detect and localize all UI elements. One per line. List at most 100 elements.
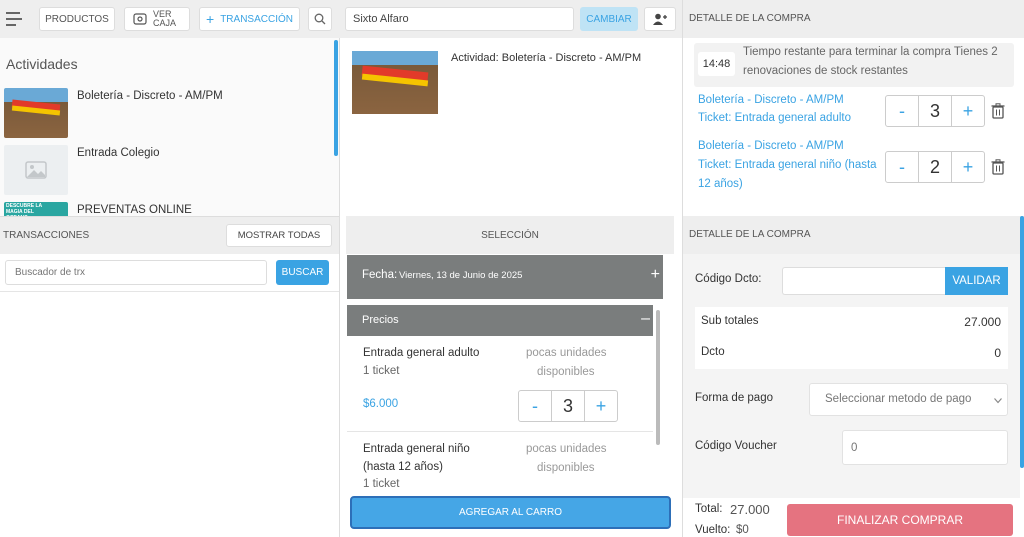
price-list-scrollbar[interactable] bbox=[656, 310, 660, 445]
activity-thumbnail: DESCUBRE LA MAGIA DEL OCEANO bbox=[4, 202, 68, 216]
totals-box: Sub totales 27.000 Dcto 0 bbox=[695, 307, 1008, 369]
precios-label: Precios bbox=[362, 314, 399, 326]
subtotales-label: Sub totales bbox=[701, 315, 759, 327]
decrement-button[interactable]: - bbox=[886, 96, 918, 126]
precios-accordion[interactable]: Precios – bbox=[347, 305, 653, 336]
productos-button[interactable]: PRODUCTOS bbox=[39, 7, 115, 31]
seleccion-title: SELECCIÓN bbox=[481, 229, 539, 241]
forma-pago-placeholder: Seleccionar metodo de pago bbox=[825, 393, 972, 405]
add-user-icon bbox=[653, 13, 667, 25]
increment-button[interactable]: + bbox=[585, 391, 617, 421]
activity-item[interactable]: Boletería - Discreto - AM/PM bbox=[4, 88, 324, 140]
availability-line1: pocas unidades bbox=[526, 347, 607, 359]
productos-label: PRODUCTOS bbox=[45, 13, 109, 25]
decrement-button[interactable]: - bbox=[886, 152, 918, 182]
actividades-panel: Actividades Boletería - Discreto - AM/PM… bbox=[0, 38, 340, 216]
price-name: Entrada general niño bbox=[363, 443, 470, 455]
cambiar-button[interactable]: CAMBIAR bbox=[580, 7, 638, 31]
seleccion-header: SELECCIÓN bbox=[346, 216, 674, 254]
actividades-title: Actividades bbox=[6, 56, 78, 72]
expand-plus-icon[interactable]: + bbox=[651, 266, 660, 284]
detalle-form: Código Dcto: VALIDAR Sub totales 27.000 … bbox=[683, 254, 1020, 498]
ver-caja-line2: CAJA bbox=[153, 18, 177, 28]
price-row: Entrada general niño (hasta 12 años) 1 t… bbox=[347, 432, 653, 490]
timer-box: 14:48 Tiempo restante para terminar la c… bbox=[694, 43, 1014, 87]
buscar-button[interactable]: BUSCAR bbox=[276, 260, 329, 285]
fecha-accordion[interactable]: Fecha: Viernes, 13 de Junio de 2025 + bbox=[347, 255, 663, 299]
increment-button[interactable]: + bbox=[952, 96, 984, 126]
subtotales-value: 27.000 bbox=[964, 315, 1001, 329]
timer-text-line1: Tiempo restante para terminar la compra … bbox=[743, 46, 998, 58]
price-row: Entrada general adulto 1 ticket pocas un… bbox=[347, 336, 653, 432]
search-button[interactable] bbox=[308, 7, 332, 31]
trash-icon[interactable] bbox=[991, 159, 1005, 175]
finalizar-button[interactable]: FINALIZAR COMPRAR bbox=[787, 504, 1013, 536]
cart-item: Boletería - Discreto - AM/PM Ticket: Ent… bbox=[692, 137, 1014, 197]
agregar-label: AGREGAR AL CARRO bbox=[459, 507, 562, 518]
client-input[interactable] bbox=[345, 7, 574, 31]
add-user-button[interactable] bbox=[644, 7, 676, 31]
price-qty-label: 1 ticket bbox=[363, 478, 400, 490]
quantity-stepper[interactable]: - 3 + bbox=[885, 95, 985, 127]
ver-caja-button[interactable]: VER CAJA bbox=[124, 7, 190, 31]
image-placeholder-icon bbox=[4, 145, 68, 195]
detalle-bottom-title: DETALLE DE LA COMPRA bbox=[689, 229, 811, 240]
availability-line2: disponibles bbox=[537, 462, 595, 474]
mostrar-todas-button[interactable]: MOSTRAR TODAS bbox=[226, 224, 332, 247]
transaccion-button[interactable]: + TRANSACCIÓN bbox=[199, 7, 300, 31]
actividad-title: Actividad: Boletería - Discreto - AM/PM bbox=[451, 52, 642, 64]
trash-icon[interactable] bbox=[991, 103, 1005, 119]
finalizar-label: FINALIZAR COMPRAR bbox=[836, 513, 963, 527]
price-name: Entrada general adulto bbox=[363, 347, 480, 359]
collapse-minus-icon[interactable]: – bbox=[641, 310, 650, 328]
quantity-value: 2 bbox=[918, 152, 952, 182]
actividad-header: Actividad: Boletería - Discreto - AM/PM bbox=[340, 38, 683, 216]
timer-value: 14:48 bbox=[698, 52, 735, 76]
cart-item-ticket: Ticket: Entrada general adulto bbox=[698, 112, 851, 124]
cart-item-ticket: Ticket: Entrada general niño (hasta bbox=[698, 159, 877, 171]
activity-item[interactable]: Entrada Colegio bbox=[4, 145, 324, 197]
dcto-value: 0 bbox=[994, 346, 1001, 360]
cambiar-label: CAMBIAR bbox=[586, 13, 632, 25]
validar-label: VALIDAR bbox=[952, 275, 1001, 287]
total-value: 27.000 bbox=[730, 502, 770, 517]
activity-thumbnail bbox=[4, 88, 68, 138]
validar-button[interactable]: VALIDAR bbox=[945, 267, 1008, 295]
activity-label: Entrada Colegio bbox=[77, 147, 160, 159]
transacciones-title: TRANSACCIONES bbox=[3, 230, 90, 241]
cart-item-activity: Boletería - Discreto - AM/PM bbox=[698, 94, 844, 106]
cart-item-activity: Boletería - Discreto - AM/PM bbox=[698, 140, 844, 152]
agregar-al-carro-button[interactable]: AGREGAR AL CARRO bbox=[350, 496, 671, 529]
actividades-scrollbar[interactable] bbox=[334, 40, 338, 156]
price-list: Entrada general adulto 1 ticket pocas un… bbox=[347, 336, 653, 490]
quantity-stepper[interactable]: - 3 + bbox=[518, 390, 618, 422]
decrement-button[interactable]: - bbox=[519, 391, 551, 421]
detalle-top-header: DETALLE DE LA COMPRA bbox=[683, 0, 1024, 38]
activity-label: Boletería - Discreto - AM/PM bbox=[77, 90, 223, 102]
plus-icon: + bbox=[206, 11, 215, 27]
voucher-label: Código Voucher bbox=[695, 440, 777, 452]
cart-item-ticket-line2: 12 años) bbox=[698, 178, 743, 190]
voucher-input[interactable] bbox=[842, 430, 1008, 465]
price-name-line2: (hasta 12 años) bbox=[363, 461, 443, 473]
chevron-down-icon bbox=[994, 398, 1002, 404]
transaction-search-input[interactable] bbox=[5, 260, 267, 285]
cash-register-icon bbox=[133, 13, 147, 25]
availability-line1: pocas unidades bbox=[526, 443, 607, 455]
mostrar-todas-label: MOSTRAR TODAS bbox=[237, 230, 321, 241]
codigo-dcto-input[interactable] bbox=[782, 267, 946, 295]
detalle-top-title: DETALLE DE LA COMPRA bbox=[689, 13, 811, 24]
availability-line2: disponibles bbox=[537, 366, 595, 378]
menu-icon[interactable] bbox=[6, 12, 22, 26]
timer-text-line2: renovaciones de stock restantes bbox=[743, 65, 908, 77]
search-icon bbox=[314, 13, 326, 25]
activity-item[interactable]: DESCUBRE LA MAGIA DEL OCEANO PREVENTAS O… bbox=[4, 202, 324, 216]
increment-button[interactable]: + bbox=[952, 152, 984, 182]
detalle-scrollbar[interactable] bbox=[1020, 216, 1024, 468]
dcto-label: Dcto bbox=[701, 346, 725, 358]
transacciones-header: TRANSACCIONES MOSTRAR TODAS bbox=[0, 216, 340, 254]
forma-pago-select[interactable]: Seleccionar metodo de pago bbox=[809, 383, 1008, 416]
fecha-value: Viernes, 13 de Junio de 2025 bbox=[399, 270, 523, 281]
buscar-label: BUSCAR bbox=[281, 267, 324, 278]
quantity-stepper[interactable]: - 2 + bbox=[885, 151, 985, 183]
